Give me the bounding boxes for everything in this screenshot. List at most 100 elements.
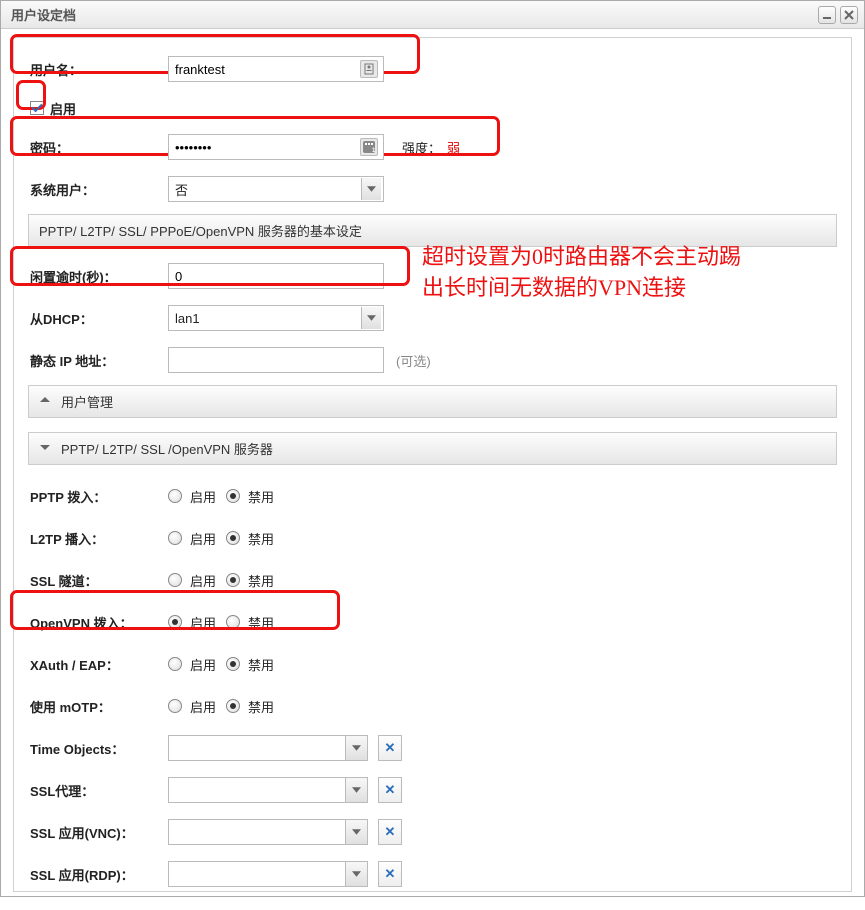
pptp-disable-radio[interactable] bbox=[226, 489, 240, 503]
radio-disable-label: 禁用 bbox=[248, 529, 274, 548]
contact-icon[interactable] bbox=[360, 60, 378, 78]
radio-enable-label: 启用 bbox=[190, 529, 216, 548]
radio-enable-label: 启用 bbox=[190, 571, 216, 590]
username-label: 用户名： bbox=[28, 60, 168, 79]
accordion-label: PPTP/ L2TP/ SSL /OpenVPN 服务器 bbox=[61, 439, 273, 458]
chevron-down-icon bbox=[345, 862, 367, 886]
ssl-enable-radio[interactable] bbox=[168, 573, 182, 587]
chevron-down-icon bbox=[361, 307, 381, 329]
dhcp-value: lan1 bbox=[175, 311, 200, 326]
form-panel: 超时设置为0时路由器不会主动踢出长时间无数据的VPN连接 用户名： bbox=[13, 37, 852, 892]
row-l2tp: L2TP 播入： 启用 禁用 bbox=[28, 521, 837, 555]
minimize-button[interactable] bbox=[818, 6, 836, 24]
openvpn-label: OpenVPN 拨入： bbox=[28, 613, 168, 632]
enable-label: 启用 bbox=[50, 99, 76, 118]
pptp-enable-radio[interactable] bbox=[168, 489, 182, 503]
sslproxy-select[interactable] bbox=[168, 777, 368, 803]
sslproxy-label: SSL代理： bbox=[28, 781, 168, 800]
sslvnc-label: SSL 应用(VNC)： bbox=[28, 823, 168, 842]
row-motp: 使用 mOTP： 启用 禁用 bbox=[28, 689, 837, 723]
svg-text:1: 1 bbox=[372, 148, 375, 153]
chevron-up-icon bbox=[39, 394, 51, 409]
radio-enable-label: 启用 bbox=[190, 487, 216, 506]
dialog-body: 超时设置为0时路由器不会主动踢出长时间无数据的VPN连接 用户名： bbox=[1, 29, 864, 896]
section-basic-settings: PPTP/ L2TP/ SSL/ PPPoE/OpenVPN 服务器的基本设定 bbox=[28, 214, 837, 247]
radio-disable-label: 禁用 bbox=[248, 613, 274, 632]
row-ssl: SSL 隧道： 启用 禁用 bbox=[28, 563, 837, 597]
sysuser-select[interactable]: 否 bbox=[168, 176, 384, 202]
password-label: 密码： bbox=[28, 138, 168, 157]
staticip-input[interactable] bbox=[168, 347, 384, 373]
pptp-label: PPTP 拨入： bbox=[28, 487, 168, 506]
accordion-label: 用户管理 bbox=[61, 392, 113, 411]
row-password: 密码： 1 强度： 弱 bbox=[28, 130, 837, 164]
username-input[interactable] bbox=[168, 56, 384, 82]
enable-checkbox[interactable] bbox=[30, 101, 44, 115]
timeobj-select[interactable] bbox=[168, 735, 368, 761]
row-dhcp: 从DHCP： lan1 bbox=[28, 301, 837, 335]
staticip-label: 静态 IP 地址： bbox=[28, 351, 168, 370]
dialog-window: 用户设定档 超时设置为0时路由器不会主动踢出长时间无数据的VPN连接 用户名： bbox=[0, 0, 865, 897]
sslvnc-clear-button[interactable]: ✕ bbox=[378, 819, 402, 845]
strength-value: 弱 bbox=[447, 138, 460, 157]
keypad-icon[interactable]: 1 bbox=[360, 138, 378, 156]
sslvnc-select[interactable] bbox=[168, 819, 368, 845]
radio-enable-label: 启用 bbox=[190, 655, 216, 674]
row-username: 用户名： bbox=[28, 52, 837, 86]
window-title: 用户设定档 bbox=[11, 5, 76, 24]
sslrdp-clear-button[interactable]: ✕ bbox=[378, 861, 402, 887]
chevron-down-icon bbox=[345, 778, 367, 802]
dhcp-label: 从DHCP： bbox=[28, 309, 168, 328]
sslproxy-clear-button[interactable]: ✕ bbox=[378, 777, 402, 803]
row-pptp: PPTP 拨入： 启用 禁用 bbox=[28, 479, 837, 513]
row-ssl-vnc: SSL 应用(VNC)： ✕ bbox=[28, 815, 837, 849]
timeobj-clear-button[interactable]: ✕ bbox=[378, 735, 402, 761]
row-ssl-proxy: SSL代理： ✕ bbox=[28, 773, 837, 807]
staticip-hint: (可选) bbox=[396, 351, 431, 370]
accordion-user-mgmt[interactable]: 用户管理 bbox=[28, 385, 837, 418]
row-idle-timeout: 闲置逾时(秒)： bbox=[28, 259, 837, 293]
xauth-label: XAuth / EAP： bbox=[28, 655, 168, 674]
motp-enable-radio[interactable] bbox=[168, 699, 182, 713]
radio-enable-label: 启用 bbox=[190, 613, 216, 632]
sslrdp-label: SSL 应用(RDP)： bbox=[28, 865, 168, 884]
row-static-ip: 静态 IP 地址： (可选) bbox=[28, 343, 837, 377]
radio-disable-label: 禁用 bbox=[248, 571, 274, 590]
idle-label: 闲置逾时(秒)： bbox=[28, 267, 168, 286]
sslrdp-select[interactable] bbox=[168, 861, 368, 887]
openvpn-disable-radio[interactable] bbox=[226, 615, 240, 629]
ssl-disable-radio[interactable] bbox=[226, 573, 240, 587]
dhcp-select[interactable]: lan1 bbox=[168, 305, 384, 331]
strength-label: 强度： bbox=[402, 138, 441, 157]
openvpn-enable-radio[interactable] bbox=[168, 615, 182, 629]
accordion-vpn-servers[interactable]: PPTP/ L2TP/ SSL /OpenVPN 服务器 bbox=[28, 432, 837, 465]
motp-label: 使用 mOTP： bbox=[28, 697, 168, 716]
chevron-down-icon bbox=[361, 178, 381, 200]
chevron-down-icon bbox=[345, 820, 367, 844]
l2tp-label: L2TP 播入： bbox=[28, 529, 168, 548]
ssl-label: SSL 隧道： bbox=[28, 571, 168, 590]
password-input[interactable] bbox=[168, 134, 384, 160]
motp-disable-radio[interactable] bbox=[226, 699, 240, 713]
chevron-down-icon bbox=[345, 736, 367, 760]
idle-input[interactable] bbox=[168, 263, 384, 289]
sysuser-value: 否 bbox=[175, 180, 188, 199]
xauth-enable-radio[interactable] bbox=[168, 657, 182, 671]
row-openvpn: OpenVPN 拨入： 启用 禁用 bbox=[28, 605, 837, 639]
xauth-disable-radio[interactable] bbox=[226, 657, 240, 671]
row-sysuser: 系统用户： 否 bbox=[28, 172, 837, 206]
row-enable: 启用 bbox=[28, 94, 837, 122]
close-button[interactable] bbox=[840, 6, 858, 24]
radio-disable-label: 禁用 bbox=[248, 487, 274, 506]
sysuser-label: 系统用户： bbox=[28, 180, 168, 199]
title-bar: 用户设定档 bbox=[1, 1, 864, 29]
l2tp-enable-radio[interactable] bbox=[168, 531, 182, 545]
l2tp-disable-radio[interactable] bbox=[226, 531, 240, 545]
row-xauth: XAuth / EAP： 启用 禁用 bbox=[28, 647, 837, 681]
timeobj-label: Time Objects： bbox=[28, 739, 168, 758]
radio-enable-label: 启用 bbox=[190, 697, 216, 716]
chevron-down-icon bbox=[39, 441, 51, 456]
radio-disable-label: 禁用 bbox=[248, 655, 274, 674]
radio-disable-label: 禁用 bbox=[248, 697, 274, 716]
row-ssl-rdp: SSL 应用(RDP)： ✕ bbox=[28, 857, 837, 891]
